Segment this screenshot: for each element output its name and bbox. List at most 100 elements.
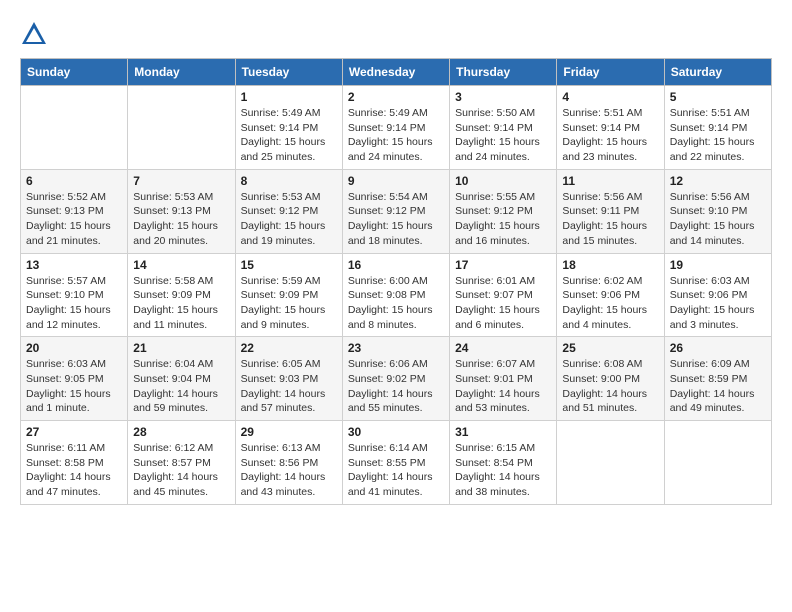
day-number: 5 bbox=[670, 90, 766, 104]
calendar-weekday-header: Monday bbox=[128, 59, 235, 86]
day-detail: Sunrise: 6:12 AM Sunset: 8:57 PM Dayligh… bbox=[133, 441, 229, 500]
day-detail: Sunrise: 5:58 AM Sunset: 9:09 PM Dayligh… bbox=[133, 274, 229, 333]
calendar-week-row: 1 Sunrise: 5:49 AM Sunset: 9:14 PM Daylig… bbox=[21, 86, 772, 170]
day-number: 19 bbox=[670, 258, 766, 272]
logo-icon bbox=[20, 20, 48, 48]
calendar-day-cell: 13 Sunrise: 5:57 AM Sunset: 9:10 PM Dayli… bbox=[21, 253, 128, 337]
calendar-day-cell: 3 Sunrise: 5:50 AM Sunset: 9:14 PM Daylig… bbox=[450, 86, 557, 170]
calendar-week-row: 6 Sunrise: 5:52 AM Sunset: 9:13 PM Daylig… bbox=[21, 169, 772, 253]
calendar-week-row: 27 Sunrise: 6:11 AM Sunset: 8:58 PM Dayli… bbox=[21, 421, 772, 505]
calendar-day-cell: 27 Sunrise: 6:11 AM Sunset: 8:58 PM Dayli… bbox=[21, 421, 128, 505]
day-detail: Sunrise: 5:59 AM Sunset: 9:09 PM Dayligh… bbox=[241, 274, 337, 333]
day-number: 29 bbox=[241, 425, 337, 439]
calendar-day-cell: 29 Sunrise: 6:13 AM Sunset: 8:56 PM Dayli… bbox=[235, 421, 342, 505]
calendar-day-cell: 22Sunrise: 6:05 AM Sunset: 9:03 PM Dayli… bbox=[235, 337, 342, 421]
day-number: 18 bbox=[562, 258, 658, 272]
calendar-day-cell: 16 Sunrise: 6:00 AM Sunset: 9:08 PM Dayli… bbox=[342, 253, 449, 337]
calendar-day-cell: 18Sunrise: 6:02 AM Sunset: 9:06 PM Dayli… bbox=[557, 253, 664, 337]
page-header bbox=[20, 20, 772, 48]
calendar-day-cell: 6 Sunrise: 5:52 AM Sunset: 9:13 PM Daylig… bbox=[21, 169, 128, 253]
calendar-day-cell: 1 Sunrise: 5:49 AM Sunset: 9:14 PM Daylig… bbox=[235, 86, 342, 170]
day-detail: Sunrise: 6:14 AM Sunset: 8:55 PM Dayligh… bbox=[348, 441, 444, 500]
day-detail: Sunrise: 6:00 AM Sunset: 9:08 PM Dayligh… bbox=[348, 274, 444, 333]
calendar-table: SundayMondayTuesdayWednesdayThursdayFrid… bbox=[20, 58, 772, 505]
day-number: 26 bbox=[670, 341, 766, 355]
day-number: 30 bbox=[348, 425, 444, 439]
calendar-weekday-header: Wednesday bbox=[342, 59, 449, 86]
day-number: 13 bbox=[26, 258, 122, 272]
day-detail: Sunrise: 6:11 AM Sunset: 8:58 PM Dayligh… bbox=[26, 441, 122, 500]
calendar-day-cell: 30 Sunrise: 6:14 AM Sunset: 8:55 PM Dayli… bbox=[342, 421, 449, 505]
day-number: 10 bbox=[455, 174, 551, 188]
day-detail: Sunrise: 5:57 AM Sunset: 9:10 PM Dayligh… bbox=[26, 274, 122, 333]
calendar-day-cell: 26Sunrise: 6:09 AM Sunset: 8:59 PM Dayli… bbox=[664, 337, 771, 421]
calendar-day-cell bbox=[557, 421, 664, 505]
calendar-day-cell: 10 Sunrise: 5:55 AM Sunset: 9:12 PM Dayli… bbox=[450, 169, 557, 253]
calendar-day-cell: 23 Sunrise: 6:06 AM Sunset: 9:02 PM Dayli… bbox=[342, 337, 449, 421]
calendar-day-cell: 12 Sunrise: 5:56 AM Sunset: 9:10 PM Dayli… bbox=[664, 169, 771, 253]
day-number: 14 bbox=[133, 258, 229, 272]
day-detail: Sunrise: 6:04 AM Sunset: 9:04 PM Dayligh… bbox=[133, 357, 229, 416]
day-detail: Sunrise: 6:03 AM Sunset: 9:05 PM Dayligh… bbox=[26, 357, 122, 416]
day-detail: Sunrise: 5:53 AM Sunset: 9:13 PM Dayligh… bbox=[133, 190, 229, 249]
calendar-day-cell bbox=[128, 86, 235, 170]
day-detail: Sunrise: 5:51 AM Sunset: 9:14 PM Dayligh… bbox=[562, 106, 658, 165]
day-detail: Sunrise: 5:55 AM Sunset: 9:12 PM Dayligh… bbox=[455, 190, 551, 249]
day-number: 15 bbox=[241, 258, 337, 272]
calendar-header-row: SundayMondayTuesdayWednesdayThursdayFrid… bbox=[21, 59, 772, 86]
calendar-day-cell bbox=[664, 421, 771, 505]
calendar-day-cell: 2 Sunrise: 5:49 AM Sunset: 9:14 PM Daylig… bbox=[342, 86, 449, 170]
day-number: 16 bbox=[348, 258, 444, 272]
day-detail: Sunrise: 5:52 AM Sunset: 9:13 PM Dayligh… bbox=[26, 190, 122, 249]
calendar-weekday-header: Friday bbox=[557, 59, 664, 86]
day-detail: Sunrise: 6:13 AM Sunset: 8:56 PM Dayligh… bbox=[241, 441, 337, 500]
day-number: 9 bbox=[348, 174, 444, 188]
calendar-day-cell: 28 Sunrise: 6:12 AM Sunset: 8:57 PM Dayli… bbox=[128, 421, 235, 505]
day-number: 21 bbox=[133, 341, 229, 355]
day-detail: Sunrise: 5:49 AM Sunset: 9:14 PM Dayligh… bbox=[348, 106, 444, 165]
day-detail: Sunrise: 5:56 AM Sunset: 9:10 PM Dayligh… bbox=[670, 190, 766, 249]
day-number: 20 bbox=[26, 341, 122, 355]
calendar-day-cell: 19Sunrise: 6:03 AM Sunset: 9:06 PM Dayli… bbox=[664, 253, 771, 337]
calendar-day-cell: 24Sunrise: 6:07 AM Sunset: 9:01 PM Dayli… bbox=[450, 337, 557, 421]
day-detail: Sunrise: 6:01 AM Sunset: 9:07 PM Dayligh… bbox=[455, 274, 551, 333]
calendar-day-cell: 4 Sunrise: 5:51 AM Sunset: 9:14 PM Daylig… bbox=[557, 86, 664, 170]
day-detail: Sunrise: 5:51 AM Sunset: 9:14 PM Dayligh… bbox=[670, 106, 766, 165]
calendar-day-cell: 5 Sunrise: 5:51 AM Sunset: 9:14 PM Daylig… bbox=[664, 86, 771, 170]
day-number: 8 bbox=[241, 174, 337, 188]
calendar-week-row: 20 Sunrise: 6:03 AM Sunset: 9:05 PM Dayli… bbox=[21, 337, 772, 421]
day-detail: Sunrise: 5:49 AM Sunset: 9:14 PM Dayligh… bbox=[241, 106, 337, 165]
calendar-day-cell: 31Sunrise: 6:15 AM Sunset: 8:54 PM Dayli… bbox=[450, 421, 557, 505]
day-number: 2 bbox=[348, 90, 444, 104]
calendar-day-cell: 7Sunrise: 5:53 AM Sunset: 9:13 PM Daylig… bbox=[128, 169, 235, 253]
day-detail: Sunrise: 6:08 AM Sunset: 9:00 PM Dayligh… bbox=[562, 357, 658, 416]
calendar-day-cell: 14 Sunrise: 5:58 AM Sunset: 9:09 PM Dayli… bbox=[128, 253, 235, 337]
day-number: 25 bbox=[562, 341, 658, 355]
calendar-day-cell: 15 Sunrise: 5:59 AM Sunset: 9:09 PM Dayli… bbox=[235, 253, 342, 337]
calendar-weekday-header: Tuesday bbox=[235, 59, 342, 86]
calendar-day-cell: 20 Sunrise: 6:03 AM Sunset: 9:05 PM Dayli… bbox=[21, 337, 128, 421]
calendar-day-cell: 11Sunrise: 5:56 AM Sunset: 9:11 PM Dayli… bbox=[557, 169, 664, 253]
day-detail: Sunrise: 6:05 AM Sunset: 9:03 PM Dayligh… bbox=[241, 357, 337, 416]
day-number: 1 bbox=[241, 90, 337, 104]
calendar-day-cell bbox=[21, 86, 128, 170]
day-number: 3 bbox=[455, 90, 551, 104]
day-number: 17 bbox=[455, 258, 551, 272]
calendar-day-cell: 8Sunrise: 5:53 AM Sunset: 9:12 PM Daylig… bbox=[235, 169, 342, 253]
day-number: 12 bbox=[670, 174, 766, 188]
calendar-weekday-header: Thursday bbox=[450, 59, 557, 86]
day-number: 27 bbox=[26, 425, 122, 439]
logo bbox=[20, 20, 52, 48]
day-number: 23 bbox=[348, 341, 444, 355]
calendar-day-cell: 17 Sunrise: 6:01 AM Sunset: 9:07 PM Dayli… bbox=[450, 253, 557, 337]
calendar-weekday-header: Sunday bbox=[21, 59, 128, 86]
day-number: 11 bbox=[562, 174, 658, 188]
day-number: 28 bbox=[133, 425, 229, 439]
calendar-weekday-header: Saturday bbox=[664, 59, 771, 86]
day-number: 4 bbox=[562, 90, 658, 104]
day-number: 6 bbox=[26, 174, 122, 188]
day-detail: Sunrise: 5:50 AM Sunset: 9:14 PM Dayligh… bbox=[455, 106, 551, 165]
day-detail: Sunrise: 6:15 AM Sunset: 8:54 PM Dayligh… bbox=[455, 441, 551, 500]
day-detail: Sunrise: 6:06 AM Sunset: 9:02 PM Dayligh… bbox=[348, 357, 444, 416]
calendar-week-row: 13 Sunrise: 5:57 AM Sunset: 9:10 PM Dayli… bbox=[21, 253, 772, 337]
